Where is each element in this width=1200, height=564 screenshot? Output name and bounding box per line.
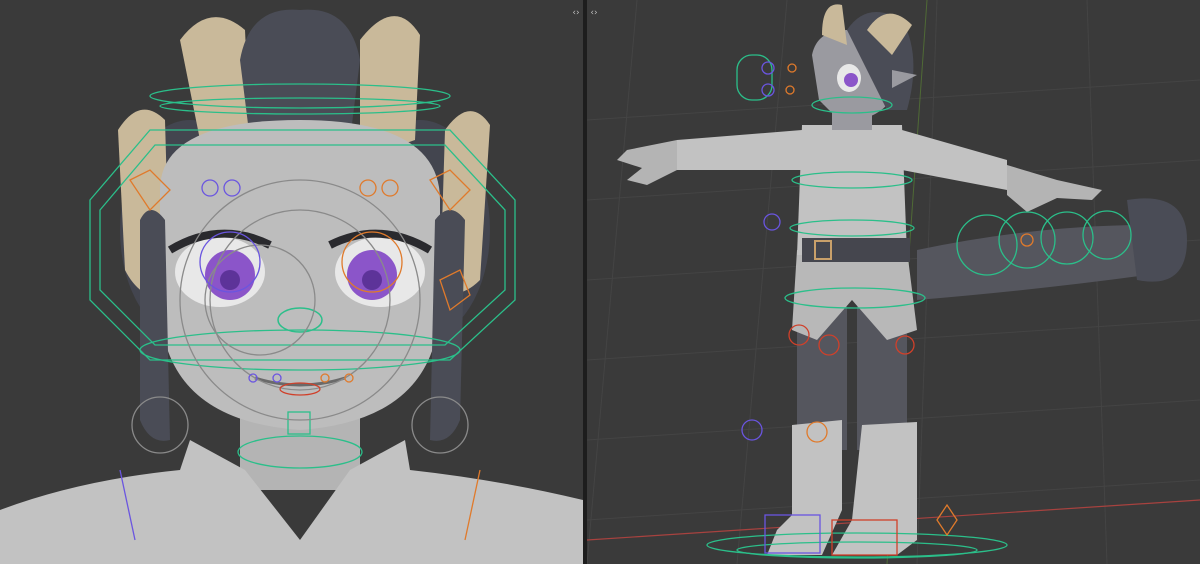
area-split-icon[interactable]: ‹› [589, 8, 599, 18]
side-hair-right [430, 210, 465, 441]
area-split-icon[interactable]: ‹› [571, 8, 581, 18]
side-hair-left [140, 210, 170, 441]
horn-right-top [360, 16, 420, 146]
viewport-right[interactable]: ‹› [587, 0, 1200, 564]
viewport-left[interactable]: ‹› [0, 0, 583, 564]
full-body-render [587, 0, 1200, 564]
tail-tuft [1127, 198, 1187, 282]
head-closeup-render [0, 0, 583, 564]
